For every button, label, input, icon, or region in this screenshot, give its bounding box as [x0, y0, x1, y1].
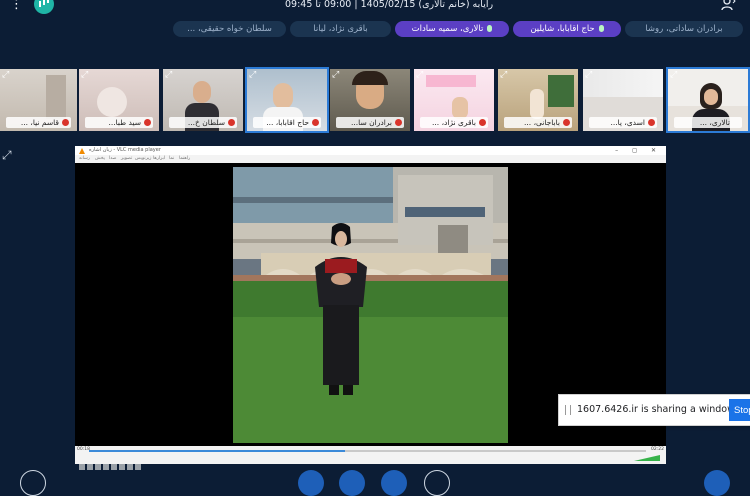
microphone-button[interactable]	[298, 470, 324, 496]
participant-name: باباجانی، ...	[504, 117, 572, 128]
expand-icon[interactable]: ⤢	[332, 71, 341, 80]
seek-progress	[89, 450, 346, 452]
muted-microphone-icon	[479, 119, 486, 126]
volume-slider[interactable]	[634, 455, 660, 461]
muted-microphone-icon	[62, 119, 69, 126]
participant-name: سید طبا...	[85, 117, 153, 128]
participant-tile[interactable]: ⤢ قاسم نیا، ...	[0, 69, 77, 131]
menu-item[interactable]: صدا	[109, 155, 116, 163]
participant-name: اسدی، یا...	[589, 117, 657, 128]
presenter-chip[interactable]: حاج اقابابا، شایلین	[513, 21, 621, 37]
stadium-video-scene	[233, 167, 508, 443]
total-time: 02:22	[651, 447, 664, 452]
participant-tile[interactable]: ⤢ اسدی، یا...	[583, 69, 663, 131]
microphone-icon	[598, 25, 604, 32]
participant-name: برادران سا...	[336, 117, 404, 128]
presenter-chip[interactable]: سلطان خواه حقیقی، ...	[173, 21, 286, 37]
expand-icon[interactable]: ⤢	[500, 71, 509, 80]
menu-item[interactable]: راهنما	[179, 155, 190, 163]
microphone-icon	[487, 25, 493, 32]
user-settings-icon[interactable]	[720, 0, 736, 12]
menu-item[interactable]: پخش	[95, 155, 105, 163]
drag-handle-icon[interactable]	[565, 405, 571, 415]
playback-buttons	[79, 455, 143, 470]
window-titlebar: زبان اشاره - VLC media player – ◻ ✕	[75, 146, 666, 155]
participant-tile[interactable]: ⤢ برادران سا...	[330, 69, 410, 131]
presenter-chip[interactable]: تالاری، سمیه سادات	[395, 21, 509, 37]
expand-icon[interactable]: ⤢	[2, 71, 11, 80]
participant-tile[interactable]: ⤢ باقری نژاد، ...	[414, 69, 494, 131]
expand-icon[interactable]: ⤢	[416, 71, 425, 80]
expand-icon[interactable]: ⤢	[81, 71, 90, 80]
participant-name: باقری نژاد، ...	[420, 117, 488, 128]
meeting-controls	[0, 470, 750, 496]
session-title: رایابه (خانم تالاری) 1405/02/15 | 09:00 …	[285, 0, 494, 10]
muted-microphone-icon	[648, 119, 655, 126]
participant-tile[interactable]: ⤢ سلطان خ...	[163, 69, 243, 131]
muted-microphone-icon	[395, 119, 402, 126]
share-message: 1607.6426.ir is sharing a window.	[577, 404, 738, 415]
muted-microphone-icon	[563, 119, 570, 126]
menu-item[interactable]: زیرنویس	[135, 155, 151, 163]
participant-tile[interactable]: ⤢ باباجانی، ...	[498, 69, 578, 131]
vlc-logo-icon	[79, 148, 85, 154]
leave-icon[interactable]	[20, 470, 46, 496]
participant-tile[interactable]: ⤢ تالاری، ...	[666, 67, 750, 133]
menu-item[interactable]: تصویر	[121, 155, 132, 163]
muted-microphone-icon	[312, 119, 319, 126]
screen-share-notification: 1607.6426.ir is sharing a window. Stop	[558, 394, 750, 426]
presenter-chip[interactable]: باقری نژاد، لیانا	[290, 21, 391, 37]
menu-item[interactable]: رسانه	[79, 155, 90, 163]
presenter-chip[interactable]: برادران ساداتی، روشا	[625, 21, 743, 37]
app-logo-icon	[34, 0, 54, 14]
fullscreen-icon[interactable]: ⤢	[2, 148, 12, 163]
expand-icon[interactable]: ⤢	[585, 71, 594, 80]
expand-icon[interactable]: ⤢	[670, 71, 679, 80]
expand-icon[interactable]: ⤢	[249, 71, 258, 80]
muted-microphone-icon	[144, 119, 151, 126]
participant-name: سلطان خ...	[169, 117, 237, 128]
stop-sharing-button[interactable]: Stop	[729, 399, 750, 421]
video-frame	[233, 167, 508, 443]
participant-name: قاسم نیا، ...	[6, 117, 71, 128]
participant-tile[interactable]: ⤢ سید طبا...	[79, 69, 159, 131]
player-menu-bar: رسانه پخش صدا تصویر زیرنویس ابزارها نما …	[75, 155, 666, 163]
share-screen-button[interactable]	[381, 470, 407, 496]
muted-microphone-icon	[228, 119, 235, 126]
participant-tile[interactable]: ⤢ حاج اقابابا، ...	[245, 67, 329, 133]
chat-button[interactable]	[704, 470, 730, 496]
more-vertical-icon[interactable]: ⋮	[10, 0, 23, 12]
presenter-chips: برادران ساداتی، روشا حاج اقابابا، شایلین…	[0, 21, 750, 39]
seek-bar[interactable]	[89, 450, 646, 452]
more-options-button[interactable]	[424, 470, 450, 496]
camera-button[interactable]	[339, 470, 365, 496]
menu-item[interactable]: نما	[169, 155, 174, 163]
top-bar: ⋮ رایابه (خانم تالاری) 1405/02/15 | 09:0…	[0, 0, 750, 14]
player-controls: 00:18 02:22	[75, 446, 666, 470]
participant-name: حاج اقابابا، ...	[253, 117, 321, 128]
participant-name: تالاری، ...	[674, 117, 742, 128]
menu-item[interactable]: ابزارها	[153, 155, 165, 163]
expand-icon[interactable]: ⤢	[165, 71, 174, 80]
window-controls: – ◻ ✕	[615, 147, 662, 154]
window-title: زبان اشاره - VLC media player	[89, 147, 161, 153]
participant-video-strip: ⤢ تالاری، ... ⤢ اسدی، یا... ⤢ باباجانی، …	[0, 67, 750, 133]
